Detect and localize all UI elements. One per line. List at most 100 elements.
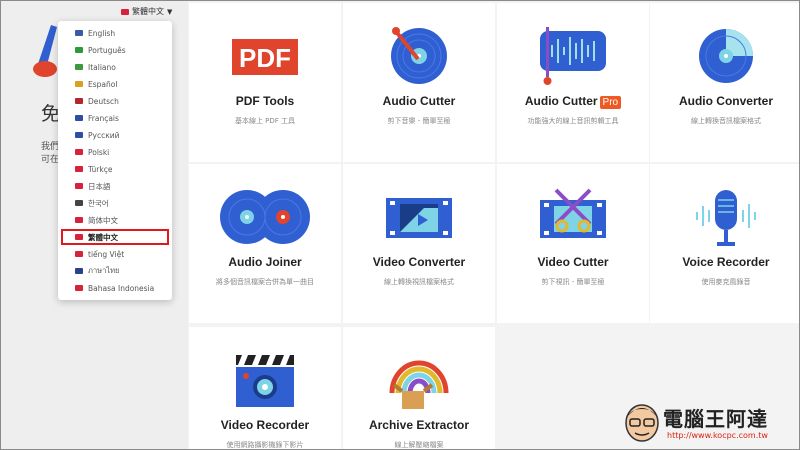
watermark: 電腦王阿達 http://www.kocpc.com.tw <box>621 401 793 445</box>
tool-title: Voice Recorder <box>650 255 799 269</box>
tool-title: Video Converter <box>343 255 495 269</box>
flag-icon <box>75 30 83 36</box>
tool-title-text: Audio Converter <box>678 94 773 108</box>
watermark-text: 電腦王阿達 <box>663 407 768 431</box>
language-label: Русский <box>88 130 120 140</box>
language-label: Italiano <box>88 62 116 72</box>
tool-tile[interactable]: Audio Converter 線上轉換音訊檔案格式 <box>650 3 799 162</box>
tool-tile[interactable]: Archive Extractor 線上解壓縮檔案 <box>343 327 495 449</box>
language-label: Polski <box>88 147 110 157</box>
flag-icon <box>75 217 83 223</box>
tool-title-text: Video Recorder <box>220 418 310 432</box>
tool-title: Audio Joiner <box>189 255 341 269</box>
language-item[interactable]: Deutsch <box>61 93 169 109</box>
tool-description: 基本線上 PDF 工具 <box>234 117 296 125</box>
tool-description: 線上轉換視訊檔案格式 <box>384 278 454 286</box>
language-item[interactable]: Bahasa Indonesia <box>61 280 169 296</box>
tool-description: 功能強大的線上音訊剪輯工具 <box>527 117 619 125</box>
language-item[interactable]: 한국어 <box>61 195 169 211</box>
language-menu: English Português Italiano Español Deutsch Fr… <box>58 21 172 300</box>
tool-tile[interactable]: PDF PDF Tools 基本線上 PDF 工具 <box>189 3 341 162</box>
language-toggle[interactable]: 繁體中文 ▼ <box>121 6 172 17</box>
audio-joiner-icon <box>189 186 341 248</box>
language-item[interactable]: 简体中文 <box>61 212 169 228</box>
tool-description: 剪下視訊 - 簡單至極 <box>541 278 605 286</box>
tool-title-text: Audio Cutter <box>524 94 598 108</box>
tool-title: Archive Extractor <box>343 418 495 432</box>
archive-icon <box>343 349 495 411</box>
tool-description: 線上解壓縮檔案 <box>394 441 444 449</box>
tool-title: Video Recorder <box>189 418 341 432</box>
tool-description: 使用麥克風錄音 <box>701 278 751 286</box>
audio-converter-icon <box>650 25 799 87</box>
language-label: Português <box>88 45 126 55</box>
tool-tile[interactable]: Audio Cutter Pro 功能強大的線上音訊剪輯工具 <box>497 3 649 162</box>
tool-title-text: Voice Recorder <box>682 255 770 269</box>
video-converter-icon <box>343 186 495 248</box>
language-item[interactable]: 日本語 <box>61 178 169 194</box>
flag-icon <box>121 8 129 15</box>
language-current: 繁體中文 <box>132 7 164 16</box>
flag-icon <box>75 149 83 155</box>
tool-title: Audio Cutter Pro <box>497 94 649 109</box>
language-label: 简体中文 <box>88 215 118 225</box>
flag-icon <box>75 98 83 104</box>
flag-icon <box>75 200 83 206</box>
tool-title-text: PDF Tools <box>235 94 295 108</box>
pro-badge: Pro <box>599 96 622 109</box>
language-item[interactable]: Français <box>61 110 169 126</box>
language-label: Español <box>88 79 118 89</box>
language-item[interactable]: ภาษาไทย <box>61 263 169 279</box>
language-label: 繁體中文 <box>88 232 118 242</box>
tool-tile[interactable]: Video Converter 線上轉換視訊檔案格式 <box>343 164 495 323</box>
audio-cutter-pro-icon <box>497 25 649 87</box>
flag-icon <box>75 234 83 240</box>
flag-icon <box>75 268 83 274</box>
tool-title-text: Video Cutter <box>537 255 609 269</box>
language-label: English <box>88 28 116 38</box>
language-item[interactable]: Русский <box>61 127 169 143</box>
language-item[interactable]: Italiano <box>61 59 169 75</box>
language-label: 한국어 <box>88 198 109 208</box>
flag-icon <box>75 251 83 257</box>
language-item[interactable]: tiếng Việt <box>61 246 169 262</box>
tool-tile[interactable]: Voice Recorder 使用麥克風錄音 <box>650 164 799 323</box>
language-item[interactable]: Polski <box>61 144 169 160</box>
language-item[interactable]: English <box>61 25 169 41</box>
tool-description: 線上轉換音訊檔案格式 <box>691 117 761 125</box>
tool-title: Audio Converter <box>650 94 799 108</box>
language-item[interactable]: Español <box>61 76 169 92</box>
tool-title-text: Audio Cutter <box>382 94 456 108</box>
tool-title: PDF Tools <box>189 94 341 108</box>
language-label: Bahasa Indonesia <box>88 283 155 293</box>
flag-icon <box>75 64 83 70</box>
watermark-url: http://www.kocpc.com.tw <box>667 431 768 440</box>
tool-description: 剪下音樂 - 簡單至極 <box>387 117 451 125</box>
video-cutter-icon <box>497 186 649 248</box>
language-label: Türkçe <box>88 164 113 174</box>
language-label: tiếng Việt <box>88 249 125 259</box>
tool-tile[interactable]: Video Recorder 使用網路攝影機錄下影片 <box>189 327 341 449</box>
tools-grid: PDF PDF Tools 基本線上 PDF 工具 Audio Cutter 剪下音樂 … <box>188 1 799 449</box>
tool-tile[interactable]: Video Cutter 剪下視訊 - 簡單至極 <box>497 164 649 323</box>
flag-icon <box>75 47 83 53</box>
language-label: ภาษาไทย <box>88 266 120 275</box>
microphone-icon <box>650 186 799 248</box>
audio-cutter-icon <box>343 25 495 87</box>
language-label: Deutsch <box>88 96 119 106</box>
language-item[interactable]: 繁體中文 <box>61 229 169 245</box>
language-label: 日本語 <box>88 181 111 191</box>
video-recorder-icon <box>189 349 341 411</box>
flag-icon <box>75 115 83 121</box>
flag-icon <box>75 81 83 87</box>
pdf-icon: PDF <box>189 25 341 87</box>
language-item[interactable]: Türkçe <box>61 161 169 177</box>
flag-icon <box>75 285 83 291</box>
mascot-face-icon <box>625 404 659 442</box>
tool-tile[interactable]: Audio Joiner 將多個音訊檔案合併為單一曲目 <box>189 164 341 323</box>
tool-tile[interactable]: Audio Cutter 剪下音樂 - 簡單至極 <box>343 3 495 162</box>
language-item[interactable]: Português <box>61 42 169 58</box>
tool-description: 使用網路攝影機錄下影片 <box>226 441 304 449</box>
flag-icon <box>75 166 83 172</box>
tool-title-text: Audio Joiner <box>228 255 302 269</box>
